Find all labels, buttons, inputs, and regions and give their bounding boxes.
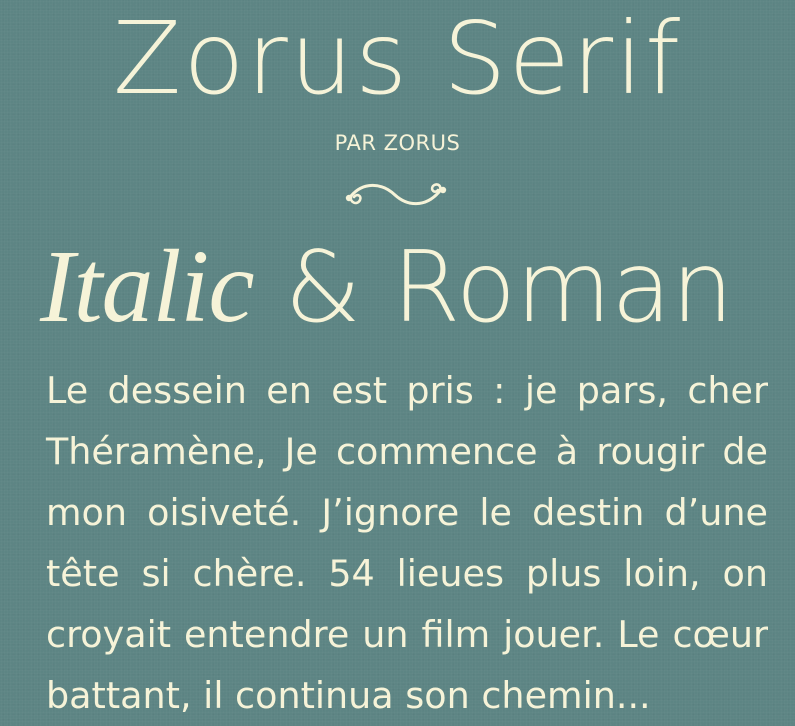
subtitle: Italic & Roman — [40, 222, 734, 353]
subtitle-roman-words: & Roman — [284, 231, 734, 345]
subtitle-italic-word: Italic — [40, 229, 254, 344]
author-byline: PAR ZORUS — [334, 131, 461, 155]
swash-ornament-icon — [345, 183, 447, 206]
font-title: Zorus Serif — [112, 0, 683, 117]
specimen-poster: Zorus Serif PAR ZORUS Italic & Roman Le … — [0, 0, 795, 722]
sample-paragraph: Le dessein en est pris : je pars, cher T… — [46, 369, 768, 717]
